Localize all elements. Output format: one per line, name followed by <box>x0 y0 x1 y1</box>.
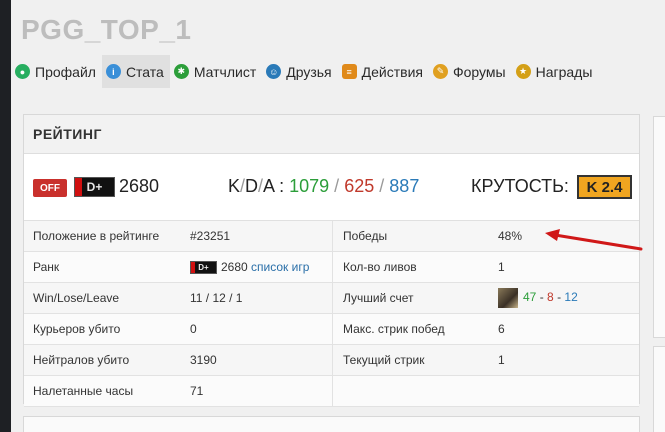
kda-k-letter: K <box>228 176 241 196</box>
tab-label: Награды <box>535 63 593 80</box>
stat-value: 11 / 12 / 1 <box>190 282 333 314</box>
table-row: Курьеров убито 0 Макс. стрик побед 6 <box>24 313 639 345</box>
tab-friends[interactable]: ☺ Друзья <box>262 55 337 88</box>
kda-d-letter: D <box>245 176 259 196</box>
stat-value: 1 <box>498 344 639 376</box>
profile-page: PGG_TOP_1 ● Профайл i Стата ✱ Матчлист ☺… <box>11 0 665 432</box>
stat-value: D+ 2680 список игр <box>190 251 333 283</box>
stats-icon: i <box>105 64 121 79</box>
stat-label: Положение в рейтинге <box>24 221 190 252</box>
stat-value: 47 - 8 - 12 <box>498 282 639 314</box>
stat-value: 71 <box>190 375 333 407</box>
kda-deaths: 625 <box>344 176 375 196</box>
stat-label: Нейтралов убито <box>24 344 190 376</box>
stat-label: Налетанные часы <box>24 375 190 407</box>
mini-rank-badge: D+ <box>190 261 217 275</box>
tab-label: Друзья <box>286 63 332 80</box>
stat-value: #23251 <box>190 221 333 252</box>
rank-badge: D+ <box>74 177 115 197</box>
actions-icon: ≡ <box>341 64 357 79</box>
best-kills: 47 <box>523 290 537 305</box>
tab-stats[interactable]: i Стата <box>101 55 170 88</box>
krutost-badge: K 2.4 <box>577 175 632 199</box>
stat-label: Курьеров убито <box>24 313 190 345</box>
stat-value: 0 <box>190 313 333 345</box>
second-panel <box>23 416 640 432</box>
dash: - <box>557 290 562 305</box>
table-row: Win/Lose/Leave 11 / 12 / 1 Лучший счет 4… <box>24 282 639 314</box>
stat-value: 3190 <box>190 344 333 376</box>
kda-kills: 1079 <box>289 176 330 196</box>
kda-assists: 887 <box>389 176 420 196</box>
stat-label: Win/Lose/Leave <box>24 282 190 314</box>
off-badge: OFF <box>33 179 67 197</box>
games-list-link[interactable]: список игр <box>251 260 309 274</box>
profile-tabs: ● Профайл i Стата ✱ Матчлист ☺ Друзья ≡ … <box>11 55 665 88</box>
hero-portrait[interactable] <box>498 288 518 308</box>
best-deaths: 8 <box>547 290 554 305</box>
rating-panel: РЕЙТИНГ OFF D+ 2680 K/D/A : 1079 / 625 /… <box>23 114 640 407</box>
stat-label: Макс. стрик побед <box>332 313 498 345</box>
stat-value <box>498 375 639 407</box>
matchlist-icon: ✱ <box>173 64 189 79</box>
stat-label: Текущий стрик <box>332 344 498 376</box>
table-row: Нейтралов убито 3190 Текущий стрик 1 <box>24 344 639 376</box>
rating-summary: OFF D+ 2680 K/D/A : 1079 / 625 / 887 КРУ… <box>24 154 639 221</box>
kda-summary: K/D/A : 1079 / 625 / 887 <box>228 176 419 197</box>
kda-slash: / <box>334 176 340 196</box>
tab-label: Действия <box>361 63 423 80</box>
annotation-arrow-icon <box>545 229 643 251</box>
forums-icon: ✎ <box>432 64 448 79</box>
tab-profile[interactable]: ● Профайл <box>11 55 102 88</box>
awards-icon: ★ <box>515 64 531 79</box>
tab-awards[interactable]: ★ Награды <box>512 55 599 88</box>
stat-label: Ранк <box>24 251 190 283</box>
kda-slash: / <box>379 176 385 196</box>
friends-icon: ☺ <box>266 64 282 79</box>
page-title: PGG_TOP_1 <box>21 14 192 45</box>
kda-colon: : <box>279 176 285 196</box>
profile-icon: ● <box>15 64 30 79</box>
stat-label <box>332 375 498 407</box>
tab-label: Матчлист <box>193 63 257 80</box>
rank-value: 2680 <box>221 259 248 274</box>
tab-label: Стата <box>125 63 164 80</box>
best-assists: 12 <box>564 290 578 305</box>
dash: - <box>539 290 544 305</box>
table-row: Ранк D+ 2680 список игр Кол-во ливов 1 <box>24 251 639 283</box>
stat-label: Лучший счет <box>332 282 498 314</box>
kda-a-letter: A <box>263 176 275 196</box>
tab-label: Форумы <box>452 63 506 80</box>
side-panel <box>653 116 665 338</box>
stat-value: 1 <box>498 251 639 283</box>
tab-label: Профайл <box>35 63 96 80</box>
stat-value: 6 <box>498 313 639 345</box>
stat-label: Кол-во ливов <box>332 251 498 283</box>
tab-actions[interactable]: ≡ Действия <box>338 55 429 88</box>
table-row: Налетанные часы 71 <box>24 375 639 407</box>
rating-panel-title: РЕЙТИНГ <box>24 115 639 154</box>
krutost-label: КРУТОСТЬ: <box>471 176 569 196</box>
tab-matchlist[interactable]: ✱ Матчлист <box>170 55 262 88</box>
side-panel <box>653 346 665 432</box>
stat-label: Победы <box>332 221 498 252</box>
tab-forums[interactable]: ✎ Форумы <box>429 55 512 88</box>
rating-value: 2680 <box>119 176 160 196</box>
